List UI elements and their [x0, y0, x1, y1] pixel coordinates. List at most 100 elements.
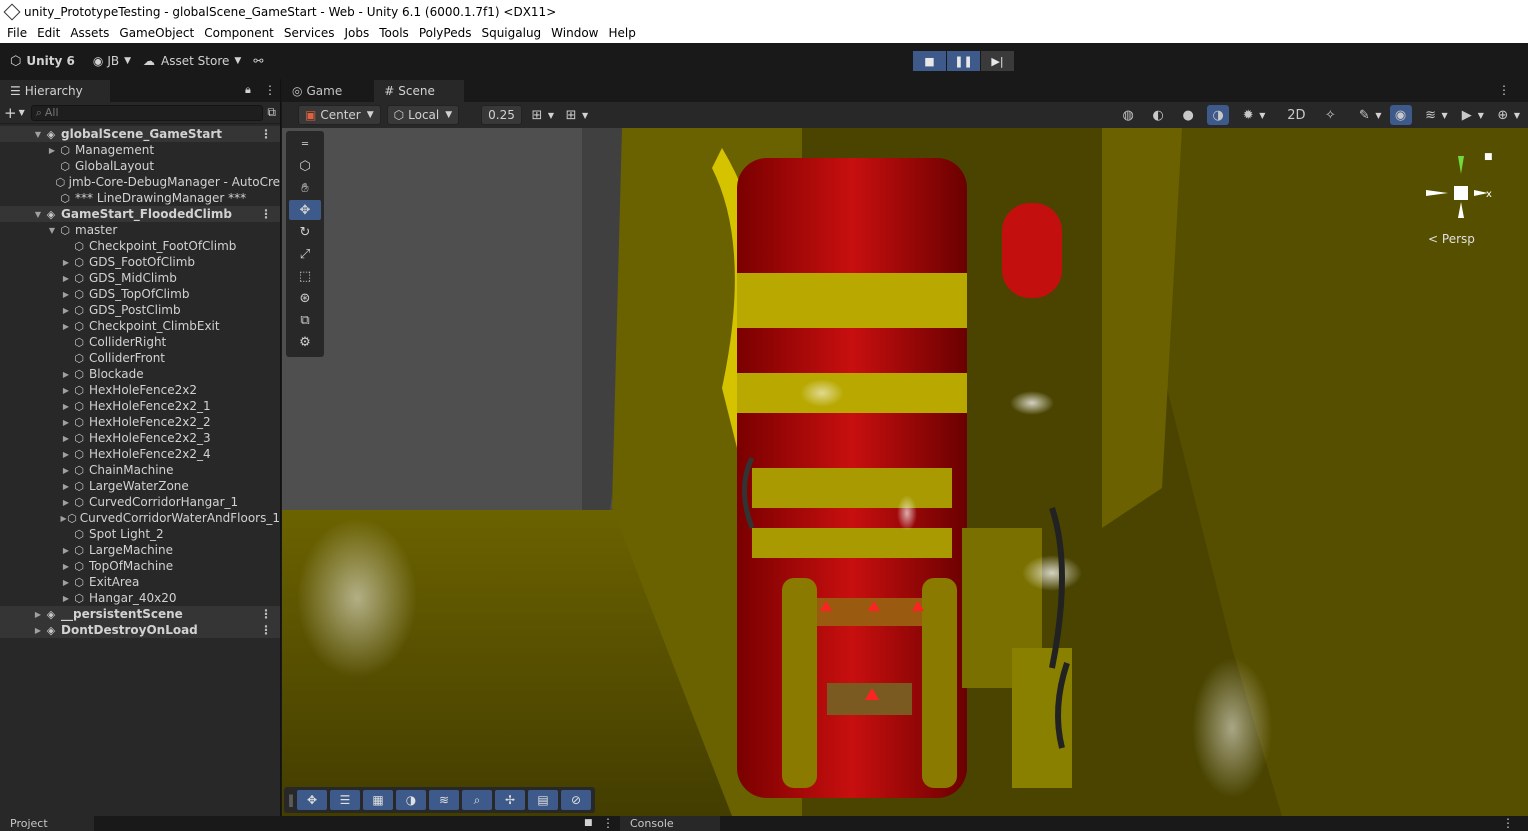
overlay-handle[interactable]: ═: [289, 134, 321, 154]
hierarchy-row[interactable]: ▶ ⬡ GDS_MidClimb: [0, 270, 280, 286]
search-options-icon[interactable]: ⧉: [267, 105, 276, 120]
menu-gameobject[interactable]: GameObject: [114, 26, 199, 40]
pivot-mode-dropdown[interactable]: ▣ Center ▼: [298, 105, 381, 125]
chevron-right-icon[interactable]: ▶: [60, 386, 72, 395]
neg-x-axis-cone[interactable]: [1426, 190, 1448, 196]
chevron-right-icon[interactable]: ▶: [60, 274, 72, 283]
chevron-right-icon[interactable]: ▶: [60, 546, 72, 555]
chevron-down-icon[interactable]: ▼: [32, 210, 44, 219]
unity-product-button[interactable]: ⬡ Unity 6: [4, 50, 81, 72]
projection-label[interactable]: < Persp: [1428, 232, 1475, 246]
menu-file[interactable]: File: [2, 26, 32, 40]
gizmo-center-cube[interactable]: [1454, 186, 1468, 200]
hierarchy-row[interactable]: ▶ ⬡ HexHoleFence2x2_3: [0, 430, 280, 446]
lighting-toggle[interactable]: ✧: [1319, 105, 1341, 125]
menu-assets[interactable]: Assets: [65, 26, 114, 40]
tab-game[interactable]: ◎ Game: [282, 80, 353, 102]
chevron-down-icon[interactable]: ▼: [1375, 111, 1381, 120]
scene-visibility-toggle[interactable]: ◉: [1389, 105, 1412, 125]
hierarchy-row[interactable]: ▶ ⬡ HexHoleFence2x2_2: [0, 414, 280, 430]
gizmos-dropdown[interactable]: ⊕: [1492, 105, 1514, 125]
overlay-light-button[interactable]: ◑: [396, 790, 426, 810]
scene-menu-icon[interactable]: ⋮: [260, 127, 272, 141]
orientation-gizmo[interactable]: x: [1420, 152, 1500, 242]
step-button[interactable]: ▶|: [981, 51, 1014, 71]
hand-tool-button[interactable]: ✋︎: [289, 178, 321, 198]
chevron-right-icon[interactable]: ▶: [60, 466, 72, 475]
tab-project[interactable]: Project: [0, 816, 94, 831]
menu-help[interactable]: Help: [604, 26, 641, 40]
tab-scene[interactable]: # Scene: [374, 80, 465, 102]
grid-snapping-toggle[interactable]: ⊞: [526, 105, 548, 125]
menu-polypeds[interactable]: PolyPeds: [414, 26, 477, 40]
chevron-right-icon[interactable]: ▶: [60, 450, 72, 459]
chevron-right-icon[interactable]: ▶: [32, 626, 44, 635]
chevron-down-icon[interactable]: ▼: [19, 108, 25, 117]
draw-mode-shaded-wireframe[interactable]: ◐: [1147, 105, 1169, 125]
chevron-down-icon[interactable]: ▼: [548, 111, 554, 120]
hierarchy-row[interactable]: ▶ ⬡ HexHoleFence2x2_1: [0, 398, 280, 414]
hierarchy-scene-row[interactable]: ▼ ◈ GameStart_FloodedClimb ⋮: [0, 206, 280, 222]
overlay-layers-button[interactable]: ≋: [429, 790, 459, 810]
chevron-right-icon[interactable]: ▶: [60, 594, 72, 603]
hierarchy-row[interactable]: ⬡ Spot Light_2: [0, 526, 280, 542]
hierarchy-row[interactable]: ▶ ⬡ GDS_TopOfClimb: [0, 286, 280, 302]
menu-tools[interactable]: Tools: [374, 26, 414, 40]
menu-window[interactable]: Window: [546, 26, 603, 40]
overlay-grid-button[interactable]: ▦: [363, 790, 393, 810]
chevron-right-icon[interactable]: ▶: [60, 418, 72, 427]
hierarchy-scene-row[interactable]: ▼ ◈ globalScene_GameStart ⋮: [0, 126, 280, 142]
effects-toggle[interactable]: ✎: [1353, 105, 1375, 125]
hierarchy-row[interactable]: ▶ ⬡ TopOfMachine: [0, 558, 280, 574]
neg-y-axis-cone[interactable]: [1458, 202, 1464, 218]
hierarchy-row[interactable]: ⬡ Checkpoint_FootOfClimb: [0, 238, 280, 254]
custom-tool-button[interactable]: ⧉: [289, 310, 321, 330]
panel-menu-icon[interactable]: ⋮: [602, 816, 614, 830]
camera-settings[interactable]: ▶: [1456, 105, 1478, 125]
extra-tool-button[interactable]: ⚙: [289, 332, 321, 352]
draw-mode-wireframe[interactable]: ◍: [1117, 105, 1139, 125]
snap-increment-field[interactable]: 0.25: [481, 105, 522, 125]
tab-console[interactable]: Console: [620, 816, 720, 831]
overlay-search-button[interactable]: ⌕: [462, 790, 492, 810]
scene-menu-icon[interactable]: ⋮: [260, 623, 272, 637]
menu-component[interactable]: Component: [199, 26, 279, 40]
move-tool-button[interactable]: ✥: [289, 200, 321, 220]
hierarchy-row[interactable]: ▶ ⬡ HexHoleFence2x2: [0, 382, 280, 398]
lock-icon[interactable]: ■: [1484, 152, 1493, 162]
chevron-right-icon[interactable]: ▶: [60, 306, 72, 315]
space-mode-dropdown[interactable]: ⬡ Local ▼: [386, 105, 460, 125]
account-dropdown[interactable]: ◉ JB ▼: [87, 50, 137, 72]
add-object-button[interactable]: +: [4, 104, 17, 122]
hierarchy-row[interactable]: ▼ ⬡ master: [0, 222, 280, 238]
hierarchy-row[interactable]: ⬡ jmb-Core-DebugManager - AutoCre: [0, 174, 280, 190]
tab-hierarchy[interactable]: ☰ Hierarchy: [0, 80, 110, 102]
rotate-tool-button[interactable]: ↻: [289, 222, 321, 242]
panel-menu-icon[interactable]: ⋮: [1502, 816, 1514, 830]
hierarchy-row[interactable]: ▶ ⬡ CurvedCorridorHangar_1: [0, 494, 280, 510]
lock-icon[interactable]: 🔒︎: [245, 83, 251, 97]
panel-menu-icon[interactable]: ⋮: [264, 83, 276, 97]
chevron-down-icon[interactable]: ▼: [1259, 111, 1265, 120]
layers-dropdown[interactable]: ≋: [1420, 105, 1442, 125]
overlay-settings-button[interactable]: ☰: [330, 790, 360, 810]
chevron-right-icon[interactable]: ▶: [60, 562, 72, 571]
hierarchy-row[interactable]: ▶ ⬡ LargeWaterZone: [0, 478, 280, 494]
chevron-right-icon[interactable]: ▶: [60, 322, 72, 331]
chevron-right-icon[interactable]: ▶: [32, 610, 44, 619]
hierarchy-row[interactable]: ⬡ ColliderRight: [0, 334, 280, 350]
hierarchy-row[interactable]: ▶ ⬡ ChainMachine: [0, 462, 280, 478]
chevron-right-icon[interactable]: ▶: [60, 434, 72, 443]
overlay-pivot-button[interactable]: ✢: [495, 790, 525, 810]
hierarchy-row[interactable]: ▶ ⬡ Management: [0, 142, 280, 158]
rect-tool-button[interactable]: ⬚: [289, 266, 321, 286]
chevron-down-icon[interactable]: ▼: [582, 111, 588, 120]
transform-tool-button[interactable]: ⊛: [289, 288, 321, 308]
y-axis-cone[interactable]: [1458, 156, 1464, 174]
menu-services[interactable]: Services: [279, 26, 340, 40]
hierarchy-scene-row[interactable]: ▶ ◈ __persistentScene ⋮: [0, 606, 280, 622]
debug-draw-mode[interactable]: ✹: [1237, 105, 1259, 125]
scene-menu-icon[interactable]: ⋮: [260, 207, 272, 221]
hierarchy-row[interactable]: ⬡ *** LineDrawingManager ***: [0, 190, 280, 206]
menu-squigalug[interactable]: Squigalug: [476, 26, 546, 40]
